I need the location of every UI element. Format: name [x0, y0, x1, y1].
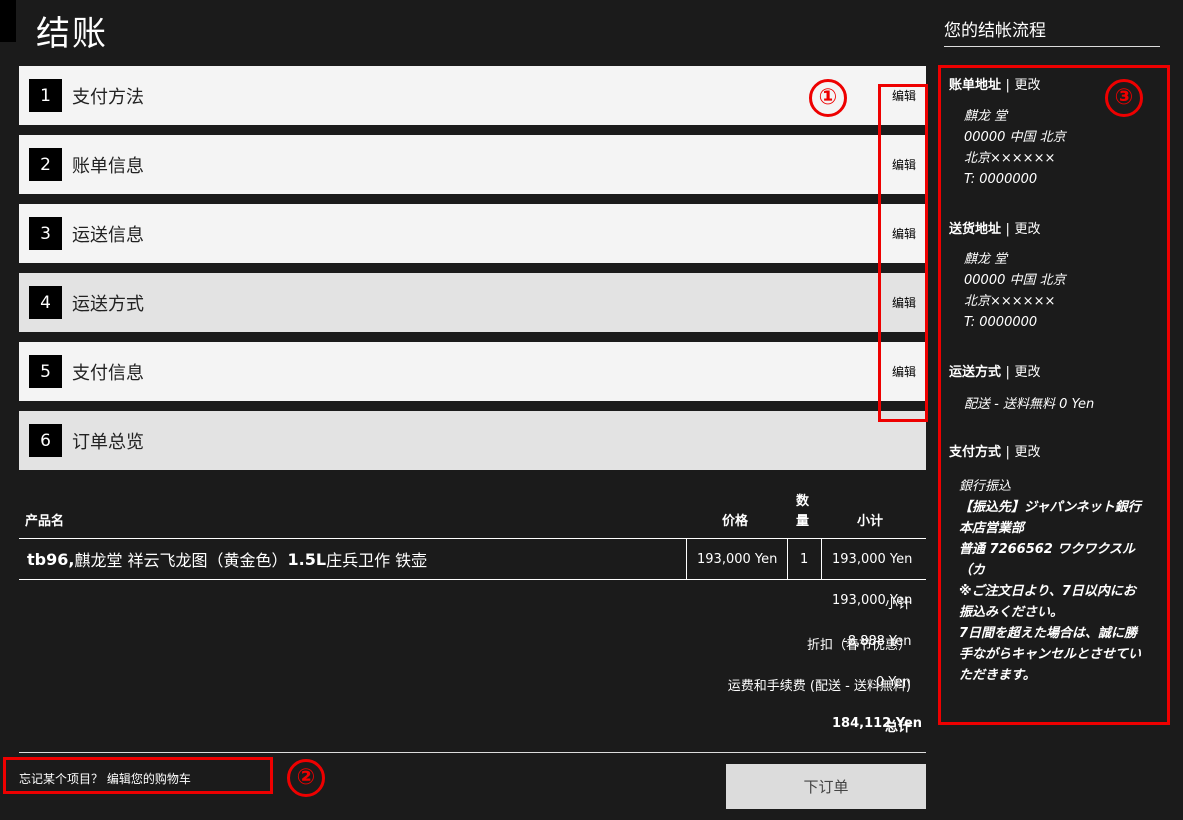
step-number: 3 [29, 217, 62, 250]
address-line: 北京×××××× [964, 294, 1056, 309]
separator: | [1005, 365, 1010, 380]
step-shipping-method[interactable]: 4 运送方式 编辑 [19, 273, 926, 332]
bottom-divider [19, 752, 926, 753]
step-payment-method[interactable]: 1 支付方法 编辑 [19, 66, 926, 125]
total-value: 184,112 Yen [832, 716, 923, 731]
step-payment-info[interactable]: 5 支付信息 编辑 [19, 342, 926, 401]
shipping-fee-value: 0 Yen [876, 675, 911, 690]
header-qty-1: 数 [796, 494, 810, 509]
method-line: 配送 - 送料無料 0 Yen [964, 397, 1095, 412]
payment-line: 手ながらキャンセルとさせてい [959, 647, 1142, 662]
checkout-steps: 1 支付方法 编辑 2 账单信息 编辑 3 运送信息 编辑 4 运送方式 编辑 … [19, 66, 926, 480]
separator: | [1005, 78, 1010, 93]
payment-line: ただきます。 [959, 668, 1036, 683]
payment-line: 銀行振込 [959, 479, 1012, 494]
cell-divider [787, 539, 788, 579]
header-qty-2: 量 [796, 514, 810, 529]
separator: | [1005, 445, 1010, 460]
address-line: T: 0000000 [964, 315, 1038, 330]
step-label: 运送信息 [72, 224, 144, 246]
place-order-button[interactable]: 下订单 [726, 764, 926, 809]
row-price: 193,000 Yen [697, 551, 778, 567]
address-line: 00000 中国 北京 [964, 273, 1066, 288]
section-title: 运送方式 [949, 365, 1002, 380]
step-label: 支付信息 [72, 362, 144, 384]
product-title: 麒龙堂 祥云飞龙图（黄金色） [74, 551, 288, 570]
payment-line: 本店営業部 [959, 521, 1025, 536]
section-title: 账单地址 [949, 78, 1002, 93]
change-link[interactable]: 更改 [1014, 365, 1040, 380]
sidebar-title: 您的结帐流程 [944, 21, 1046, 41]
cell-divider [821, 539, 822, 579]
section-title: 送货地址 [949, 222, 1002, 237]
row-qty: 1 [800, 551, 809, 567]
step-label: 支付方法 [72, 86, 144, 108]
change-link[interactable]: 更改 [1014, 78, 1040, 93]
sidebar-divider [944, 46, 1160, 47]
shipping-method-section: 运送方式 | 更改 配送 - 送料無料 0 Yen [949, 361, 1094, 415]
step-label: 运送方式 [72, 293, 144, 315]
shipping-address-section: 送货地址 | 更改 麒龙 堂 00000 中国 北京 北京×××××× T: 0… [949, 218, 1066, 333]
billing-address-section: 账单地址 | 更改 麒龙 堂 00000 中国 北京 北京×××××× T: 0… [949, 74, 1066, 190]
discount-value: -8,888 Yen [843, 634, 912, 649]
address-line: 麒龙 堂 [964, 109, 1008, 124]
address-line: 麒龙 堂 [964, 252, 1008, 267]
payment-line: （カ [959, 563, 986, 578]
step-number: 4 [29, 286, 62, 319]
change-link[interactable]: 更改 [1014, 445, 1040, 460]
address-line: T: 0000000 [964, 172, 1038, 187]
annotation-box-2 [3, 757, 273, 794]
step-order-review: 6 订单总览 [19, 411, 926, 470]
step-number: 2 [29, 148, 62, 181]
step-label: 订单总览 [72, 431, 144, 453]
subtotal-value: 193,000 Yen [832, 593, 913, 608]
header-price: 价格 [722, 514, 749, 529]
separator: | [1005, 222, 1010, 237]
address-line: 北京×××××× [964, 151, 1056, 166]
product-title-tail: 庄兵卫作 铁壶 [326, 551, 428, 570]
step-number: 5 [29, 355, 62, 388]
step-number: 1 [29, 79, 62, 112]
table-row: tb96, 麒龙堂 祥云飞龙图（黄金色） 1.5L 庄兵卫作 铁壶 193,000… [19, 538, 926, 580]
payment-line: 【振込先】ジャパンネット銀行 [959, 500, 1141, 515]
annotation-box-1 [878, 84, 928, 422]
payment-method-section: 支付方式 | 更改 銀行振込 【振込先】ジャパンネット銀行 本店営業部 普通 7… [949, 441, 1161, 686]
order-table-header: 产品名 价格 数 量 小计 [19, 488, 926, 538]
annotation-number-3: ③ [1104, 78, 1144, 118]
payment-line: 振込みください。 [959, 605, 1064, 620]
section-title: 支付方式 [949, 445, 1002, 460]
step-label: 账单信息 [72, 155, 144, 177]
annotation-number-2: ② [286, 758, 326, 798]
step-number: 6 [29, 424, 62, 457]
cell-divider [686, 539, 687, 579]
step-billing-info[interactable]: 2 账单信息 编辑 [19, 135, 926, 194]
payment-line: 7日間を超えた場合は、誠に勝 [959, 626, 1138, 641]
address-line: 00000 中国 北京 [964, 130, 1066, 145]
product-name[interactable]: tb96, 麒龙堂 祥云飞龙图（黄金色） 1.5L 庄兵卫作 铁壶 [27, 539, 687, 579]
product-size: 1.5L [287, 549, 327, 569]
payment-line: 普通 7266562 ワクワクスル [959, 542, 1135, 557]
product-sku: tb96, [27, 549, 75, 569]
header-subtotal: 小计 [857, 514, 884, 529]
row-subtotal: 193,000 Yen [832, 551, 913, 567]
payment-line: ※ご注文日より、7日以内にお [959, 584, 1136, 599]
annotation-number-1: ① [808, 78, 848, 118]
change-link[interactable]: 更改 [1014, 222, 1040, 237]
header-product: 产品名 [25, 514, 65, 529]
corner-block [0, 0, 16, 42]
step-shipping-info[interactable]: 3 运送信息 编辑 [19, 204, 926, 263]
page-title: 结账 [36, 14, 108, 54]
